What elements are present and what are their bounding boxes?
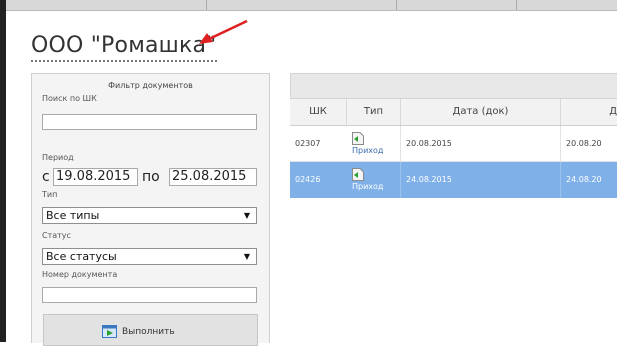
doc-number-label: Номер документа <box>42 270 118 279</box>
company-title[interactable]: ООО "Ромашка" <box>31 33 217 62</box>
cell-doc-date: 20.08.2015 <box>400 126 560 162</box>
cell-date-truncated: 24.08.20 <box>560 162 617 198</box>
cell-type-label: Приход <box>352 146 384 155</box>
period-to-word: по <box>142 169 160 185</box>
cell-type: Приход <box>346 162 400 198</box>
table-row[interactable]: 02307 Приход 20.08.2015 20.08.20 <box>290 126 617 162</box>
document-in-icon <box>352 132 364 145</box>
dropdown-arrow-icon: ▼ <box>243 252 250 261</box>
status-label: Статус <box>42 231 71 240</box>
cell-type: Приход <box>346 126 400 162</box>
column-header-doc-date[interactable]: Дата (док) <box>400 99 560 125</box>
column-header-sk[interactable]: ШК <box>290 99 346 125</box>
column-header-date-truncated[interactable]: Д <box>560 99 617 125</box>
column-header-type[interactable]: Тип <box>346 99 400 125</box>
table-toolbar <box>290 73 617 99</box>
cell-doc-date: 24.08.2015 <box>400 162 560 198</box>
cell-date-truncated: 20.08.20 <box>560 126 617 162</box>
document-filter-panel: Фильтр документов Поиск по ШК Период с 1… <box>31 73 270 346</box>
barcode-search-label: Поиск по ШК <box>42 94 97 103</box>
status-select-value: Все статусы <box>46 250 117 263</box>
doc-number-input[interactable] <box>42 287 257 303</box>
table-row-selected[interactable]: 02426 Приход 24.08.2015 24.08.20 <box>290 162 617 198</box>
run-button[interactable]: Выполнить <box>43 314 258 346</box>
type-label: Тип <box>42 190 58 199</box>
dropdown-arrow-icon: ▼ <box>243 211 250 220</box>
top-bar-divider <box>516 0 517 10</box>
document-in-icon <box>352 168 364 181</box>
window-top-bar <box>6 0 617 11</box>
barcode-search-input[interactable] <box>42 114 257 130</box>
period-label: Период <box>42 153 74 162</box>
red-arrow-annotation-icon <box>199 19 248 44</box>
table-header: ШК Тип Дата (док) Д <box>290 99 617 126</box>
run-icon <box>102 325 117 338</box>
top-bar-divider <box>206 0 207 10</box>
cell-type-label: Приход <box>352 182 384 191</box>
period-from-input[interactable]: 19.08.2015 <box>53 168 138 186</box>
window-frame-left <box>0 0 6 342</box>
cell-sk: 02307 <box>295 139 321 148</box>
type-select[interactable]: Все типы ▼ <box>42 207 257 224</box>
type-select-value: Все типы <box>46 209 100 222</box>
filter-title: Фильтр документов <box>108 81 193 90</box>
period-from-word: с <box>42 169 50 185</box>
run-button-label: Выполнить <box>122 327 175 337</box>
status-select[interactable]: Все статусы ▼ <box>42 248 257 265</box>
period-to-input[interactable]: 25.08.2015 <box>169 168 257 186</box>
top-bar-divider <box>396 0 397 10</box>
cell-sk: 02426 <box>295 175 321 184</box>
